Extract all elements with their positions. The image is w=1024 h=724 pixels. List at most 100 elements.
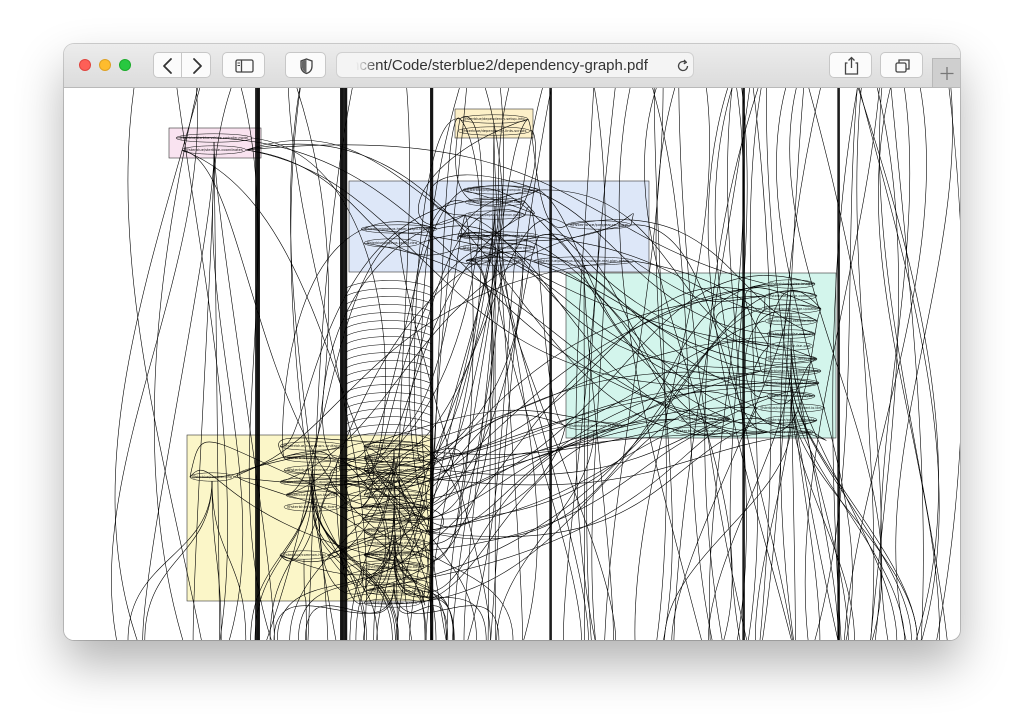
sidebar-icon xyxy=(235,59,254,73)
dependency-graph: @sterblue/sterblue-vehicle-controller-mo… xyxy=(111,88,960,640)
node-label: @sterblue/dependency-setup-info xyxy=(463,117,524,121)
node-label: @sterblue/common-deploy xyxy=(367,493,421,497)
node-label: @sterblue/common-nlp xyxy=(367,480,421,484)
edge-long xyxy=(936,88,960,640)
edge-down xyxy=(664,423,792,640)
node-label: @sterblue/pulse-core xyxy=(681,417,728,421)
close-button[interactable] xyxy=(79,59,91,71)
node-label: @sterblue/common-seo xyxy=(369,589,419,593)
node-label: @sterblue/common-eno xyxy=(287,468,337,472)
node-label: @sterblue/pulse-limited-3d-tiles xyxy=(764,369,818,373)
edge-loop xyxy=(345,376,433,385)
edge-loop xyxy=(345,280,433,289)
node-label: @sterblue/pegasus-helper-view xyxy=(367,241,418,245)
node-label: @sterblue/pulse-detection xyxy=(768,357,815,361)
node-label: @sterblue/pulse-writer xyxy=(676,429,724,433)
node-label: @sterblue/common-json xyxy=(287,456,337,460)
new-tab-button[interactable] xyxy=(932,58,960,87)
node-label: @sterblue/pulse-common-3d-tiles xyxy=(771,430,811,434)
node-label: @sterblue/pegasus-common-tools xyxy=(468,200,522,204)
node-label: @sterblue/pulse-image-document-to-tiles xyxy=(760,406,821,410)
node-label: @sterblue/common-http xyxy=(282,553,325,557)
shield-icon xyxy=(300,58,313,75)
node-label: @sterblue/pulse-image-indexer xyxy=(766,381,817,385)
node-label: @sterblue/pulse-mission xyxy=(769,332,812,336)
node-label: @sterblue/pegasus-core xyxy=(570,223,628,227)
node-label: @sterblue/pulse-image-uploader xyxy=(764,307,819,311)
node-label: @sterblue/common-stellar-deploy xyxy=(365,517,423,521)
edge-dependency xyxy=(421,418,766,580)
node-label: @sterblue/pegasus-helper-height-function xyxy=(463,234,535,238)
node-label: @sterblue/pegasus-helper-height-headless xyxy=(365,227,434,231)
node-label: @sterblue/common-oauth xyxy=(367,601,417,605)
minimize-button[interactable] xyxy=(99,59,111,71)
node-label: @sterblue/common-apollo-client-offline xyxy=(367,541,421,545)
pdf-document[interactable]: @sterblue/sterblue-vehicle-controller-mo… xyxy=(64,88,960,640)
tabs-icon xyxy=(895,59,910,73)
edge-long xyxy=(111,88,198,640)
edge-loop xyxy=(345,368,433,377)
node-label: @sterblue/pegasus-common-tolerance xyxy=(463,246,531,250)
edge-loop xyxy=(345,296,433,305)
address-fade xyxy=(338,54,378,76)
edge-long xyxy=(498,88,538,640)
node-label: @sterblue/pulse-image-to-tiles xyxy=(569,424,620,428)
node-label: @sterblue/pegasus-helper-compute-common xyxy=(467,188,535,192)
node-label: @sterblue/pulse-layer xyxy=(769,394,813,398)
address-bar[interactable]: ncent/Code/sterblue2/dependency-graph.pd… xyxy=(336,52,694,78)
reload-icon[interactable] xyxy=(675,58,691,74)
node-label: @sterblue/dependency-lints-scripts xyxy=(462,129,527,133)
chevron-right-icon xyxy=(193,58,202,74)
back-button[interactable] xyxy=(153,52,182,78)
node-label: @sterblue/common-stellar-ci xyxy=(367,468,421,472)
node-label: @sterblue/pulse-plot xyxy=(771,344,811,348)
share-button[interactable] xyxy=(829,52,872,78)
browser-window: ncent/Code/sterblue2/dependency-graph.pd… xyxy=(64,44,960,640)
node-label: @sterblue/common-uniface xyxy=(283,444,341,448)
node-label: @sterblue/sterblue-vehicle-controller-mo… xyxy=(180,136,248,140)
node-label: @sterblue/pulse-common xyxy=(768,294,815,298)
node-label: @sterblue/pulse-example-layer xyxy=(768,319,815,323)
node-label: @sterblue/common-stellar-ci-final xyxy=(365,505,423,509)
edge-loop xyxy=(345,344,433,353)
tab-overview-button[interactable] xyxy=(880,52,923,78)
browser-toolbar: ncent/Code/sterblue2/dependency-graph.pd… xyxy=(64,44,960,88)
node-label: @sterblue/common-bounds xyxy=(289,493,336,497)
sidebar-toggle-button[interactable] xyxy=(222,52,265,78)
share-icon xyxy=(844,56,859,75)
edge-loop xyxy=(345,312,433,321)
edge-loop xyxy=(345,328,433,337)
node-label: @sterblue/pegasus-common-graph xyxy=(468,213,522,217)
address-text: ncent/Code/sterblue2/dependency-graph.pd… xyxy=(351,57,648,74)
edge-long xyxy=(832,88,858,640)
node-label: @sterblue/pegasus-drawer-service xyxy=(469,259,519,263)
node-label: @sterblue/common-ssr xyxy=(367,444,422,448)
forward-button[interactable] xyxy=(181,52,211,78)
edge-long xyxy=(880,88,911,640)
node-label: @sterblue/common-tolerance xyxy=(367,529,421,533)
cluster-pink xyxy=(168,127,262,159)
node-label: @sterblue/sterblue-coordinates xyxy=(185,148,243,152)
plus-icon xyxy=(940,67,954,80)
chevron-left-icon xyxy=(163,58,172,74)
node-label: @sterblue/pulse-metadata xyxy=(768,418,815,422)
edge-loop xyxy=(345,288,433,297)
edge-long xyxy=(452,88,504,640)
node-label: @sterblue/common-prisma xyxy=(367,553,421,557)
edge-loop xyxy=(345,400,433,409)
edge-loop xyxy=(345,304,433,313)
node-label: @sterblue/common-apollo-test xyxy=(369,577,420,581)
node-label: @sterblue/pegasus-helper-scalable-real-p… xyxy=(539,259,629,263)
node-label: @sterblue/pulse-image xyxy=(769,282,812,286)
node-label: @sterblue/common-user xyxy=(367,456,422,460)
privacy-report-button[interactable] xyxy=(285,52,326,78)
zoom-button[interactable] xyxy=(119,59,131,71)
edge-long xyxy=(467,88,543,640)
node-label: @sterblue/common-png xyxy=(192,475,232,479)
node-label: @sterblue/common-apollo-client xyxy=(283,480,341,484)
edge-long xyxy=(856,88,875,640)
node-label: @sterblue/common-form xyxy=(287,505,338,509)
edge-long xyxy=(490,88,552,640)
node-label: @sterblue/common-apollo-base xyxy=(367,565,421,569)
edge-long xyxy=(895,88,953,640)
